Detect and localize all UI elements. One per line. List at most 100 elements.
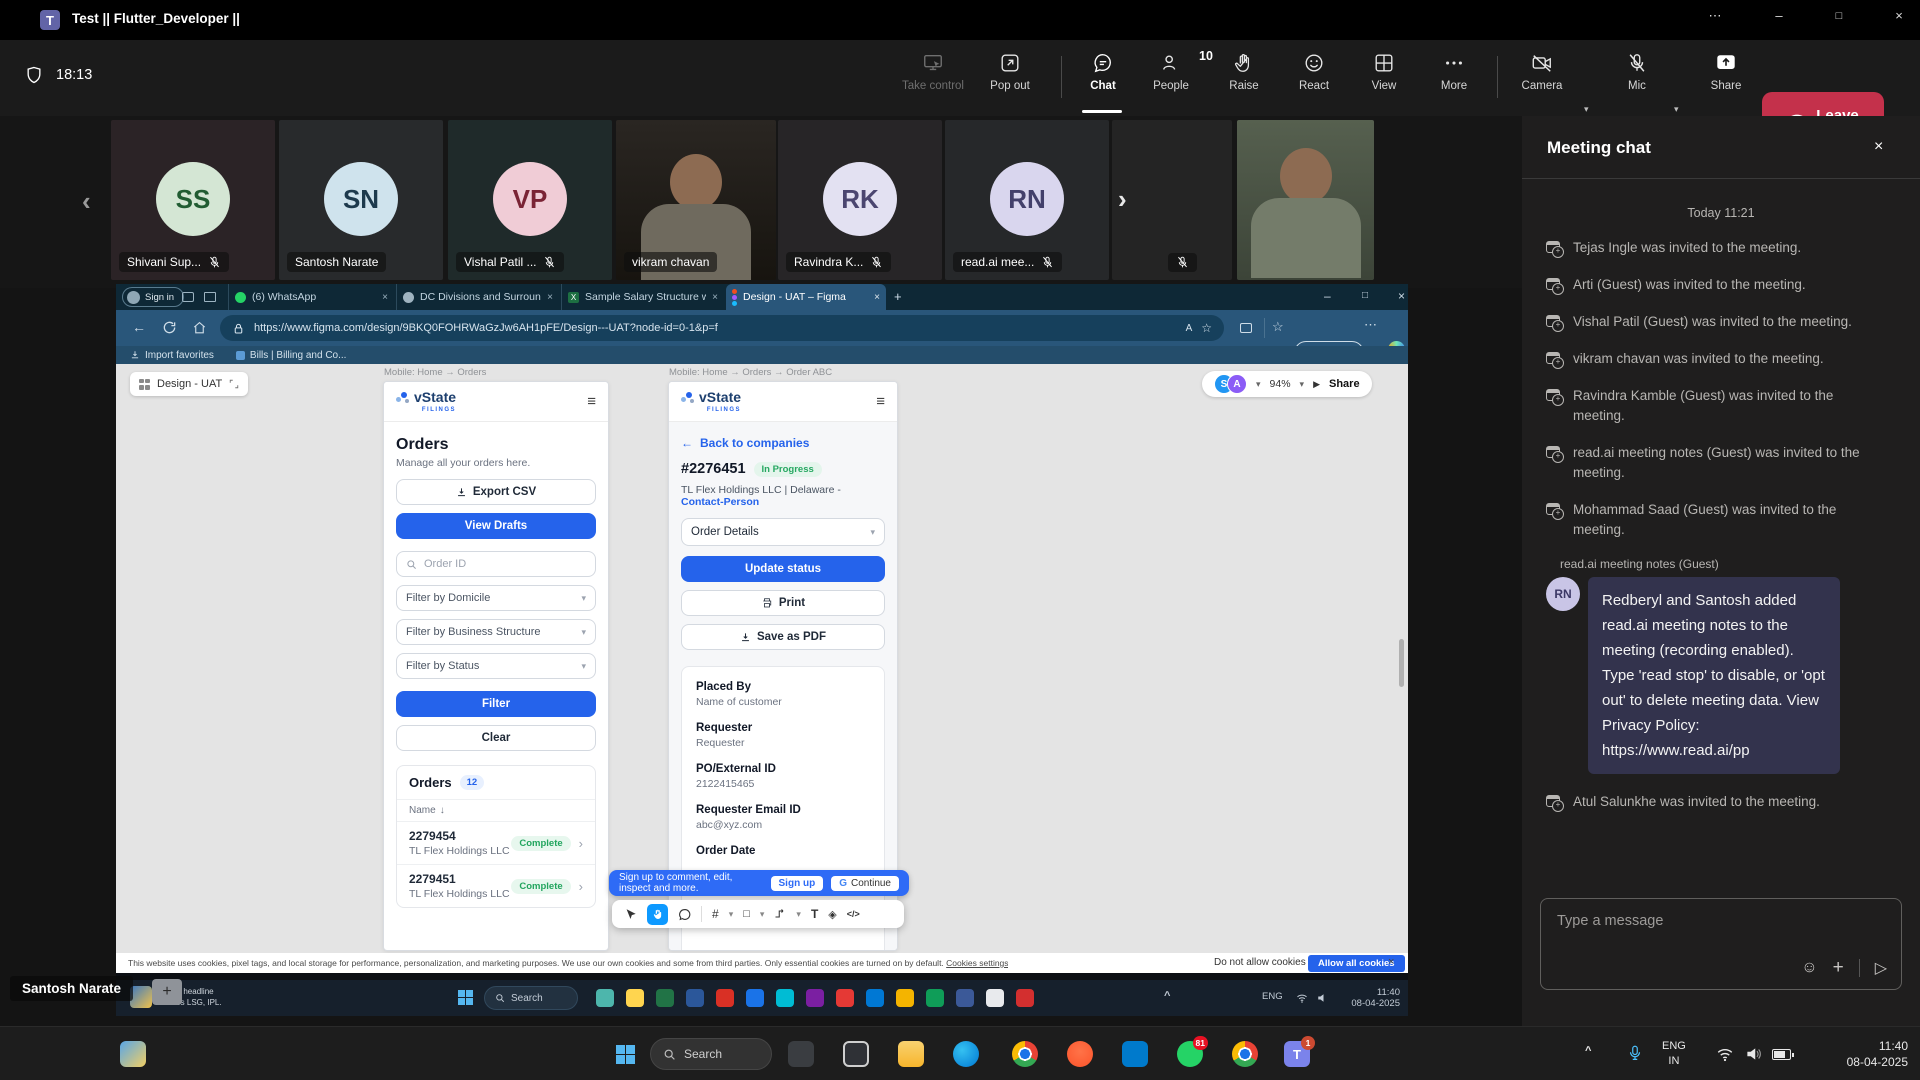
mic-button[interactable]: Mic	[1612, 52, 1662, 92]
pop-out-button[interactable]: Pop out	[973, 52, 1047, 92]
close-tab-icon[interactable]: ×	[547, 292, 553, 303]
deny-cookies-link[interactable]: Do not allow cookies	[1214, 957, 1306, 968]
edge-icon[interactable]	[953, 1041, 979, 1067]
comment-tool-icon[interactable]	[678, 908, 691, 921]
filter-business-structure-select[interactable]: Filter by Business Structure▾	[396, 619, 596, 645]
zoom-level[interactable]: 94%	[1270, 378, 1291, 390]
filter-domicile-select[interactable]: Filter by Domicile▾	[396, 585, 596, 611]
filter-status-select[interactable]: Filter by Status▾	[396, 653, 596, 679]
browser-maximize-icon[interactable]: □	[1362, 290, 1368, 301]
dev-mode-icon[interactable]: </>	[847, 909, 860, 919]
close-chat-icon[interactable]: ×	[1874, 138, 1883, 156]
frame-tool-icon[interactable]: #	[712, 907, 719, 921]
file-explorer-icon[interactable]	[898, 1041, 924, 1067]
close-tab-icon[interactable]: ×	[382, 292, 388, 303]
close-tab-icon[interactable]: ×	[874, 292, 880, 303]
frame-label[interactable]: Mobile: Home → Orders → Order ABC	[669, 367, 832, 378]
save-as-pdf-button[interactable]: Save as PDF	[681, 624, 885, 650]
browser-more-icon[interactable]: ⋯	[1364, 317, 1377, 333]
url-field[interactable]: https://www.figma.com/design/9BKQ0FOHRWa…	[220, 315, 1224, 341]
chat-message[interactable]: RN Redberyl and Santosh added read.ai me…	[1546, 577, 1896, 774]
favorite-star-icon[interactable]: ☆	[1201, 321, 1212, 335]
browser-tab-excel[interactable]: X Sample Salary Structure with calc ×	[561, 284, 724, 310]
refresh-icon[interactable]	[162, 320, 177, 335]
text-tool-icon[interactable]: T	[811, 907, 818, 921]
shared-app-icon[interactable]	[626, 989, 644, 1007]
column-name[interactable]: Name	[409, 805, 436, 816]
mic-tray-icon[interactable]	[1626, 1043, 1644, 1063]
collaborator-avatars[interactable]: S A	[1214, 374, 1247, 394]
back-to-companies-link[interactable]: ←Back to companies	[681, 436, 885, 450]
browser-minimize-icon[interactable]: –	[1324, 289, 1331, 303]
wifi-icon[interactable]	[1716, 1045, 1734, 1063]
read-aloud-icon[interactable]: A	[1186, 323, 1193, 334]
participant-tile[interactable]: RN read.ai mee...	[945, 120, 1109, 280]
tray-chevron-icon[interactable]: ^	[1164, 990, 1170, 1002]
favorite-bills-link[interactable]: Bills | Billing and Co...	[236, 350, 347, 361]
start-icon[interactable]	[458, 990, 473, 1005]
raise-button[interactable]: Raise	[1207, 52, 1281, 92]
close-tab-icon[interactable]: ×	[712, 292, 718, 303]
close-cookie-icon[interactable]: ×	[1388, 956, 1394, 968]
frame-tool-chevron-icon[interactable]: ▾	[729, 909, 734, 920]
widgets-icon[interactable]	[130, 986, 152, 1008]
filter-button[interactable]: Filter	[396, 691, 596, 717]
tray-chevron-icon[interactable]: ^	[1585, 1045, 1591, 1057]
chrome-icon[interactable]	[1012, 1041, 1038, 1067]
whatsapp-icon[interactable]: 81	[1177, 1041, 1203, 1067]
shared-app-icon[interactable]	[956, 989, 974, 1007]
export-csv-button[interactable]: Export CSV	[396, 479, 596, 505]
message-input[interactable]	[1541, 899, 1901, 929]
vertical-tabs-icon[interactable]	[204, 292, 216, 302]
participant-tile[interactable]: RK Ravindra K...	[778, 120, 942, 280]
shared-app-icon[interactable]	[926, 989, 944, 1007]
print-button[interactable]: Print	[681, 590, 885, 616]
camera-options-chevron-icon[interactable]: ▾	[1584, 104, 1589, 115]
import-favorites-button[interactable]: Import favorites	[130, 350, 214, 361]
hand-tool-icon[interactable]	[647, 904, 668, 925]
close-window-button[interactable]: ×	[1884, 8, 1914, 23]
home-icon[interactable]	[192, 320, 207, 335]
shared-app-icon[interactable]	[596, 989, 614, 1007]
participant-tile[interactable]: SN Santosh Narate	[279, 120, 443, 280]
brave-icon[interactable]	[1067, 1041, 1093, 1067]
shared-app-icon[interactable]	[716, 989, 734, 1007]
participant-tile[interactable]	[1237, 120, 1374, 280]
contact-person-link[interactable]: Contact-Person	[681, 496, 759, 508]
taskbar-search[interactable]: Search	[650, 1038, 772, 1070]
clear-button[interactable]: Clear	[396, 725, 596, 751]
cookie-settings-link[interactable]: Cookies settings	[946, 958, 1008, 968]
chat-input-box[interactable]: ☺ + ▷	[1540, 898, 1902, 990]
move-tool-icon[interactable]	[624, 908, 637, 921]
share-plus-button[interactable]: +	[152, 979, 182, 1005]
browser-tab-dc[interactable]: DC Divisions and Surroundings ×	[396, 284, 559, 310]
shared-app-icon[interactable]	[986, 989, 1004, 1007]
order-id-search-input[interactable]: Order ID	[396, 551, 596, 577]
maximize-button[interactable]: □	[1824, 10, 1854, 22]
view-button[interactable]: View	[1347, 52, 1421, 92]
shape-tool-chevron-icon[interactable]: ▾	[760, 909, 765, 920]
camera-button[interactable]: Camera	[1512, 52, 1572, 92]
more-button[interactable]: More	[1417, 52, 1491, 92]
update-status-button[interactable]: Update status	[681, 556, 885, 582]
hamburger-icon[interactable]: ≡	[876, 393, 885, 410]
present-icon[interactable]: ▶	[1313, 379, 1320, 390]
attach-plus-icon[interactable]: +	[1833, 957, 1844, 979]
widget-tool-icon[interactable]: ◈	[828, 908, 836, 921]
order-row[interactable]: 2279451TL Flex Holdings LLC Complete ›	[397, 864, 595, 907]
shared-app-icon[interactable]	[836, 989, 854, 1007]
clock[interactable]: 11:4008-04-2025	[1816, 1038, 1908, 1070]
participant-tile[interactable]: SS Shivani Sup...	[111, 120, 275, 280]
figma-file-chip[interactable]: Design - UAT	[130, 372, 248, 396]
shared-language[interactable]: ENG	[1262, 991, 1283, 1002]
shared-app-icon[interactable]	[896, 989, 914, 1007]
shared-search-box[interactable]: Search	[484, 986, 578, 1010]
chat-button[interactable]: Chat	[1066, 52, 1140, 92]
new-tab-button[interactable]: +	[894, 289, 902, 304]
participant-tile[interactable]: vikram chavan	[616, 120, 776, 280]
minimize-button[interactable]: –	[1764, 8, 1794, 23]
sort-down-icon[interactable]: ↓	[440, 805, 445, 816]
send-icon[interactable]: ▷	[1875, 958, 1887, 978]
chat-messages[interactable]: Today 11:21 Tejas Ingle was invited to t…	[1522, 194, 1920, 894]
participant-tile[interactable]	[1112, 120, 1232, 280]
